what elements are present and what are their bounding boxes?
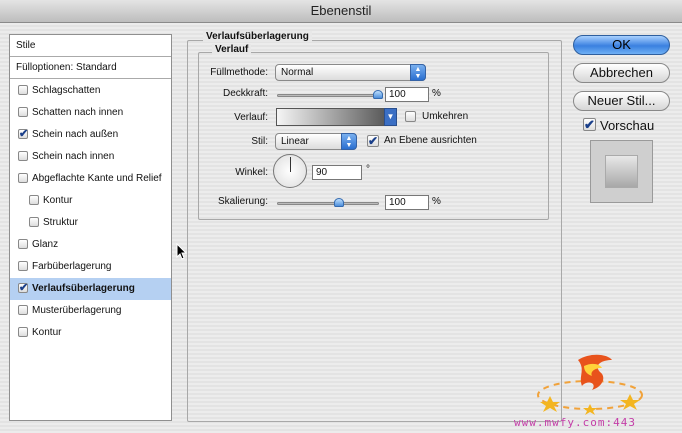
sidebar-item-label: Schein nach innen xyxy=(32,151,115,162)
sidebar-item-gradient-overlay[interactable]: ✔ Verlaufsüberlagerung xyxy=(10,278,171,300)
scale-slider-thumb[interactable] xyxy=(334,198,344,207)
texture-checkbox[interactable] xyxy=(29,217,39,227)
sidebar-item-stroke[interactable]: Kontur xyxy=(10,322,171,344)
styles-list: Stile Fülloptionen: Standard Schlagschat… xyxy=(9,34,172,421)
style-value: Linear xyxy=(281,136,309,147)
sidebar-item-label: Verlaufsüberlagerung xyxy=(32,283,135,294)
sidebar-item-outer-glow[interactable]: ✔ Schein nach außen xyxy=(10,124,171,146)
angle-input[interactable]: 90 xyxy=(312,165,362,180)
angle-label: Winkel: xyxy=(235,167,268,178)
gradient-overlay-checkbox[interactable]: ✔ xyxy=(18,283,28,294)
contour-sub-checkbox[interactable] xyxy=(29,195,39,205)
angle-unit: ° xyxy=(366,164,370,175)
blend-mode-label: Füllmethode: xyxy=(210,67,268,78)
sidebar-item-label: Kontur xyxy=(43,195,73,206)
sidebar-item-texture[interactable]: Struktur xyxy=(10,212,171,234)
preview-checkbox[interactable]: ✔ xyxy=(583,118,596,131)
style-preview-thumbnail xyxy=(605,155,638,188)
blend-options-label: Fülloptionen: Standard xyxy=(16,62,117,73)
outer-glow-checkbox[interactable]: ✔ xyxy=(18,129,28,140)
ok-button[interactable]: OK xyxy=(573,35,670,55)
style-preview xyxy=(590,140,653,203)
sidebar-item-label: Musterüberlagerung xyxy=(32,305,122,316)
sidebar-item-label: Schlagschatten xyxy=(32,85,101,96)
scale-slider-track[interactable] xyxy=(277,202,379,205)
reverse-checkbox[interactable] xyxy=(405,111,416,122)
sidebar-item-contour-sub[interactable]: Kontur xyxy=(10,190,171,212)
new-style-button[interactable]: Neuer Stil... xyxy=(573,91,670,111)
gradient-overlay-title: Verlaufsüberlagerung xyxy=(203,31,312,42)
style-label: Stil: xyxy=(251,136,268,147)
opacity-label: Deckkraft: xyxy=(222,88,268,99)
sidebar-item-label: Schein nach außen xyxy=(32,129,119,140)
opacity-slider-thumb[interactable] xyxy=(373,90,383,99)
drop-shadow-checkbox[interactable] xyxy=(18,85,28,95)
stroke-checkbox[interactable] xyxy=(18,327,28,337)
layer-style-dialog: Stile Fülloptionen: Standard Schlagschat… xyxy=(0,23,682,433)
sidebar-item-bevel-emboss[interactable]: Abgeflachte Kante und Relief xyxy=(10,168,171,190)
gradient-group-title: Verlauf xyxy=(212,44,252,55)
scale-unit: % xyxy=(432,196,441,207)
color-overlay-checkbox[interactable] xyxy=(18,261,28,271)
sidebar-item-label: Glanz xyxy=(32,239,59,250)
style-select[interactable]: Linear ▲ ▼ xyxy=(275,133,357,150)
cancel-button[interactable]: Abbrechen xyxy=(573,63,670,83)
select-arrows-icon: ▲ ▼ xyxy=(341,133,357,150)
inner-shadow-checkbox[interactable] xyxy=(18,107,28,117)
gradient-swatch[interactable] xyxy=(276,108,397,126)
inner-glow-checkbox[interactable] xyxy=(18,151,28,161)
sidebar-item-label: Kontur xyxy=(32,327,62,338)
sidebar-item-satin[interactable]: Glanz xyxy=(10,234,171,256)
blend-mode-select[interactable]: Normal ▲ ▼ xyxy=(275,64,426,81)
align-label: An Ebene ausrichten xyxy=(384,135,477,146)
opacity-slider-track[interactable] xyxy=(277,94,381,97)
opacity-unit: % xyxy=(432,88,441,99)
styles-header[interactable]: Stile xyxy=(10,35,171,57)
sidebar-item-pattern-overlay[interactable]: Musterüberlagerung xyxy=(10,300,171,322)
scale-input[interactable]: 100 xyxy=(385,195,429,210)
align-checkbox[interactable]: ✔ xyxy=(367,135,379,147)
window-titlebar: Ebenenstil xyxy=(0,0,682,23)
sidebar-item-inner-glow[interactable]: Schein nach innen xyxy=(10,146,171,168)
mouse-cursor-icon xyxy=(176,243,188,260)
opacity-input[interactable]: 100 xyxy=(385,87,429,102)
bevel-emboss-checkbox[interactable] xyxy=(18,173,28,183)
angle-dial[interactable] xyxy=(273,154,307,188)
gradient-dropdown-icon[interactable]: ▼ xyxy=(384,108,397,126)
scale-label: Skalierung: xyxy=(217,196,268,207)
sidebar-item-drop-shadow[interactable]: Schlagschatten xyxy=(10,80,171,102)
blend-mode-value: Normal xyxy=(281,67,314,78)
reverse-label: Umkehren xyxy=(422,111,469,122)
gradient-label: Verlauf: xyxy=(234,112,268,123)
watermark-text: www.mwfy.com:443 xyxy=(514,416,636,429)
styles-header-label: Stile xyxy=(16,40,36,51)
preview-label: Vorschau xyxy=(600,118,655,133)
blend-options-item[interactable]: Fülloptionen: Standard xyxy=(10,57,171,79)
sidebar-item-label: Schatten nach innen xyxy=(32,107,124,118)
sidebar-item-label: Farbüberlagerung xyxy=(32,261,112,272)
sidebar-item-label: Struktur xyxy=(43,217,79,228)
window-title: Ebenenstil xyxy=(310,3,372,18)
select-arrows-icon: ▲ ▼ xyxy=(410,64,426,81)
sidebar-item-inner-shadow[interactable]: Schatten nach innen xyxy=(10,102,171,124)
pattern-overlay-checkbox[interactable] xyxy=(18,305,28,315)
angle-needle xyxy=(290,157,291,172)
sidebar-item-label: Abgeflachte Kante und Relief xyxy=(32,173,162,184)
satin-checkbox[interactable] xyxy=(18,239,28,249)
sidebar-item-color-overlay[interactable]: Farbüberlagerung xyxy=(10,256,171,278)
